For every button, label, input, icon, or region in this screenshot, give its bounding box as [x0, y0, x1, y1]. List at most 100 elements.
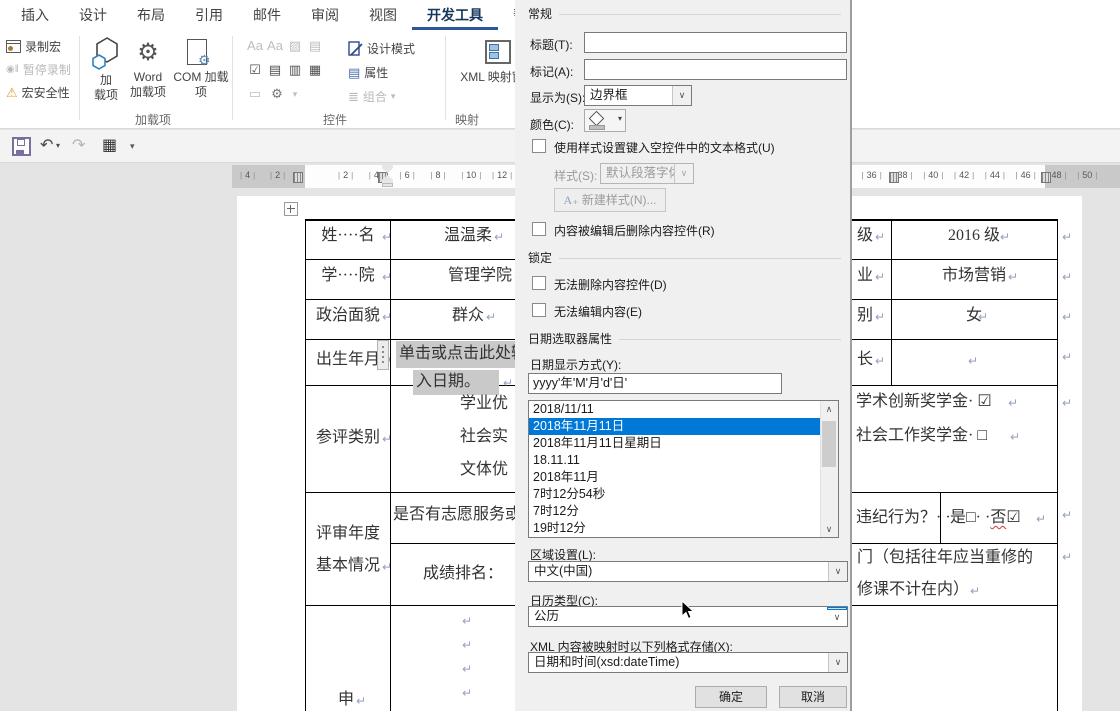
category-line[interactable]: 社会实: [460, 427, 508, 447]
table-cell-school-label[interactable]: 学····院: [306, 266, 390, 286]
major-label-tail[interactable]: 业: [857, 266, 873, 286]
remove-control-checkbox[interactable]: [532, 222, 546, 236]
table-cell-basic-info-label[interactable]: 基本情况: [306, 556, 390, 576]
category-line[interactable]: 学术创新奖学金· ☑: [856, 392, 992, 412]
rich-text-control-icon: ▤: [305, 36, 325, 56]
tag-input[interactable]: [584, 59, 847, 80]
record-macro-button[interactable]: 录制宏: [6, 38, 61, 55]
table-cell-review-year-label[interactable]: 评审年度: [306, 524, 390, 544]
addins-button[interactable]: 加 载项: [88, 36, 124, 103]
date-format-item[interactable]: 7时12分54秒: [529, 486, 838, 503]
content-control-icon[interactable]: ▦: [305, 60, 325, 80]
table-cell-political-label[interactable]: 政治面貌: [306, 306, 390, 326]
table-cell-political-value[interactable]: 群众: [452, 306, 484, 326]
word-addins-button[interactable]: ⚙ Word 加载项: [126, 36, 170, 100]
date-format-listbox[interactable]: 2018/11/112018年11月11日2018年11月11日星期日18.11…: [528, 400, 839, 538]
content-control-handle[interactable]: [377, 340, 389, 370]
table-column-marker[interactable]: [889, 172, 899, 183]
use-style-checkbox[interactable]: [532, 139, 546, 153]
undo-dropdown-icon[interactable]: ▾: [56, 135, 60, 157]
answer-checkbox-icon[interactable]: ☑: [1006, 509, 1020, 526]
customize-qat-icon[interactable]: ▾: [130, 135, 135, 157]
xml-storage-dropdown[interactable]: 日期和时间(xsd:dateTime) ∨: [528, 652, 848, 673]
discipline-question[interactable]: 违纪行为？· ·: [856, 508, 951, 528]
table-cell-school-value[interactable]: 管理学院: [448, 266, 512, 286]
content-control-icon[interactable]: ☑: [245, 60, 265, 80]
ribbon-tab[interactable]: 引用: [180, 0, 238, 30]
category-line[interactable]: 社会工作奖学金· □: [856, 426, 992, 446]
table-cell-name-label[interactable]: 姓····名: [306, 226, 390, 246]
date-format-item[interactable]: 2018/11/11: [529, 401, 838, 418]
table-cell-name-value[interactable]: 温温柔: [444, 226, 492, 246]
save-button[interactable]: [12, 137, 31, 163]
category-line[interactable]: 学业优: [460, 394, 508, 414]
date-picker-placeholder-line1[interactable]: 单击或点击此处输: [399, 344, 527, 364]
course-note-line2[interactable]: 修课不计在内）: [857, 580, 969, 600]
table-move-handle[interactable]: [284, 202, 298, 216]
no-delete-checkbox[interactable]: [532, 276, 546, 290]
date-format-item[interactable]: 18.11.11: [529, 452, 838, 469]
chevron-down-icon[interactable]: ∨: [828, 653, 847, 672]
date-format-item[interactable]: 2018年11月: [529, 469, 838, 486]
ribbon-tab[interactable]: 布局: [122, 0, 180, 30]
date-format-item[interactable]: 7时12分: [529, 503, 838, 520]
table-column-marker[interactable]: [1041, 172, 1051, 183]
ribbon-tab[interactable]: 视图: [354, 0, 412, 30]
ok-button[interactable]: 确定: [695, 686, 767, 708]
chevron-down-icon[interactable]: ∨: [672, 86, 691, 105]
scroll-up-icon[interactable]: ∧: [821, 401, 837, 417]
cancel-button[interactable]: 取消: [779, 686, 847, 708]
scrollbar-thumb[interactable]: [822, 421, 836, 467]
remove-control-label[interactable]: 内容被编辑后删除内容控件(R): [554, 222, 715, 239]
ribbon-tab[interactable]: 设计: [64, 0, 122, 30]
date-format-item[interactable]: 2018年11月11日: [529, 418, 838, 435]
left-indent-marker[interactable]: [382, 183, 393, 187]
answer-yes: 是□· ·: [950, 509, 990, 526]
title-input[interactable]: [584, 32, 847, 53]
table-grid-button[interactable]: ▦: [102, 135, 117, 157]
volunteer-question[interactable]: 是否有志愿服务或: [393, 505, 521, 525]
scroll-down-icon[interactable]: ∨: [821, 521, 837, 537]
ribbon-tab[interactable]: 插入: [6, 0, 64, 30]
design-mode-button[interactable]: 设计模式: [348, 40, 415, 57]
discipline-answer[interactable]: 是□· ·否☑: [950, 508, 1021, 528]
table-cell-applicant-label[interactable]: 申: [338, 690, 354, 710]
color-picker-button[interactable]: ▾: [584, 109, 626, 132]
no-delete-label[interactable]: 无法删除内容控件(D): [554, 276, 667, 293]
no-edit-label[interactable]: 无法编辑内容(E): [554, 303, 642, 320]
use-style-label[interactable]: 使用样式设置键入空控件中的文本格式(U): [554, 139, 775, 156]
content-control-icon[interactable]: ▤: [265, 60, 285, 80]
ribbon-tab[interactable]: 邮件: [238, 0, 296, 30]
date-format-input[interactable]: yyyy'年'M'月'd'日': [528, 373, 782, 394]
macro-security-button[interactable]: ⚠ 宏安全性: [6, 84, 70, 101]
com-addins-button[interactable]: ⚙ COM 加载项: [172, 36, 230, 100]
ribbon-tab[interactable]: 审阅: [296, 0, 354, 30]
listbox-scrollbar[interactable]: ∧ ∨: [820, 401, 838, 537]
show-as-dropdown[interactable]: 边界框 ∨: [584, 85, 692, 106]
ribbon-tab[interactable]: 开发工具: [412, 0, 498, 30]
date-format-item[interactable]: 2018年11月11日星期日: [529, 435, 838, 452]
grade-value[interactable]: 2016 级: [892, 226, 1056, 246]
major-value[interactable]: 市场营销: [892, 266, 1056, 286]
content-control-icon[interactable]: ▥: [285, 60, 305, 80]
rank-label[interactable]: 成绩排名：: [423, 564, 503, 584]
chevron-down-icon[interactable]: ∨: [828, 562, 847, 581]
date-format-item[interactable]: 19时12分: [529, 520, 838, 537]
gender-label-tail[interactable]: 别: [857, 306, 873, 326]
monitor-label-tail[interactable]: 长: [857, 350, 873, 370]
legacy-tools-dropdown-icon[interactable]: ▾: [285, 84, 305, 104]
table-cell-category-label[interactable]: 参评类别: [306, 428, 390, 448]
legacy-tools-icon[interactable]: ⚙: [267, 84, 287, 104]
no-edit-checkbox[interactable]: [532, 303, 546, 317]
category-line[interactable]: 文体优: [460, 460, 508, 480]
grade-label-tail[interactable]: 级: [857, 226, 873, 246]
gender-value[interactable]: 女: [892, 306, 1056, 326]
locale-dropdown[interactable]: 中文(中国) ∨: [528, 561, 848, 582]
date-picker-placeholder-line2[interactable]: 入日期。: [416, 372, 480, 392]
table-column-marker[interactable]: [293, 172, 303, 183]
properties-button[interactable]: ▤ 属性: [348, 64, 388, 81]
undo-button[interactable]: ↶: [40, 135, 53, 157]
chevron-down-icon[interactable]: ∨: [827, 607, 847, 610]
course-note-line1[interactable]: 门（包括往年应当重修的: [857, 548, 1033, 568]
color-dropdown-icon[interactable]: ▾: [618, 114, 622, 123]
